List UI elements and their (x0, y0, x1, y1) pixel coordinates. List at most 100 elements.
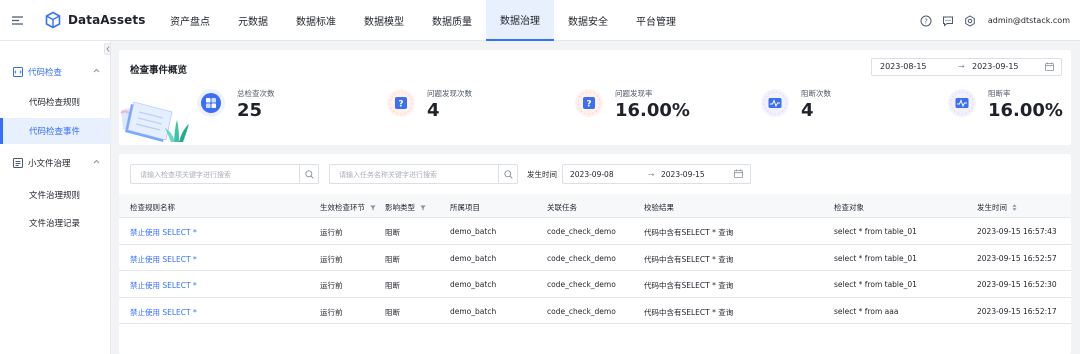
sidebar-group-small-file-governance[interactable]: 小文件治理 (0, 152, 111, 174)
nav-item-metadata[interactable]: 元数据 (224, 0, 282, 41)
filter-icon[interactable] (370, 205, 376, 211)
sidebar-item-file-governance-records[interactable]: 文件治理记录 (0, 210, 111, 236)
stat-value: 16.00% (988, 100, 1063, 121)
nav-item-data-security[interactable]: 数据安全 (554, 0, 622, 41)
pulse-chart-icon (761, 89, 789, 117)
gear-icon[interactable] (964, 14, 976, 27)
project-cell: demo_batch (450, 253, 497, 263)
task-search-input[interactable]: 请输入任务名称关键字进行搜索 (329, 164, 518, 184)
events-table: 检查规则名称 生效检查环节 影响类型 所属项目 关联任务 校验结果 检查对象 发… (119, 194, 1071, 324)
sidebar-item-code-check-rules[interactable]: 代码检查规则 (0, 89, 111, 115)
column-header-label: 关联任务 (547, 203, 577, 212)
pulse-chart-icon (948, 89, 976, 117)
help-icon[interactable]: ? (920, 15, 932, 27)
stat-label: 总检查次数 (237, 89, 275, 98)
overview-title: 检查事件概览 (130, 65, 188, 76)
range-start-date[interactable]: 2023-09-08 (570, 170, 614, 179)
rule-name-link[interactable]: 禁止使用 SELECT * (130, 254, 197, 265)
app-logo[interactable]: DataAssets (44, 11, 154, 29)
chevron-up-icon (93, 68, 100, 73)
occurrence-time-label: 发生时间 (527, 170, 557, 179)
sidebar-item-code-check-events[interactable]: 代码检查事件 (0, 118, 111, 144)
sidebar-item-file-governance-rules[interactable]: 文件治理规则 (0, 182, 111, 208)
range-arrow: → (958, 62, 965, 71)
related-task-cell: code_check_demo (547, 306, 616, 316)
overview-date-range-picker[interactable]: 2023-08-15 → 2023-09-15 (871, 58, 1062, 76)
message-icon[interactable] (942, 15, 954, 27)
top-header: DataAssets 资产盘点 元数据 数据标准 数据模型 数据质量 数据治理 … (0, 0, 1080, 41)
impact-type-cell: 阻断 (385, 254, 400, 264)
stat-value: 4 (801, 100, 814, 121)
table-header: 检查规则名称 生效检查环节 影响类型 所属项目 关联任务 校验结果 检查对象 发… (119, 194, 1071, 218)
impact-type-cell: 阻断 (385, 307, 400, 317)
occurrence-time-cell: 2023-09-15 16:52:57 (977, 253, 1057, 263)
related-task-cell: code_check_demo (547, 227, 616, 236)
nav-item-asset-inventory[interactable]: 资产盘点 (156, 0, 224, 41)
calendar-icon (734, 169, 743, 178)
nav-item-data-quality[interactable]: 数据质量 (418, 0, 486, 41)
sidebar: 代码检查 代码检查规则 代码检查事件 小文件治理 文件治理规则 文件治理记录 (0, 41, 111, 354)
rule-name-link[interactable]: 禁止使用 SELECT * (130, 280, 197, 291)
question-icon: ? (575, 89, 603, 117)
check-stage-cell: 运行前 (320, 228, 343, 237)
column-header-label: 所属项目 (450, 203, 480, 212)
user-email[interactable]: admin@dtstack.com (988, 16, 1070, 25)
column-header-label: 生效检查环节 (320, 203, 365, 212)
table-row: 禁止使用 SELECT * 运行前 阻断 demo_batch code_che… (119, 271, 1071, 298)
table-row: 禁止使用 SELECT * 运行前 阻断 demo_batch code_che… (119, 298, 1071, 324)
stat-value: 16.00% (615, 100, 690, 121)
project-cell: demo_batch (450, 227, 497, 236)
check-object-cell: select * from table_01 (834, 227, 917, 236)
calendar-icon (1045, 62, 1054, 71)
check-object-cell: select * from table_01 (834, 280, 917, 289)
check-stage-cell: 运行前 (320, 307, 343, 317)
nav-item-data-governance[interactable]: 数据治理 (486, 0, 554, 41)
search-icon (304, 169, 314, 179)
nav-item-data-model[interactable]: 数据模型 (350, 0, 418, 41)
check-result-cell: 代码中含有SELECT * 查询 (644, 281, 734, 290)
stat-value: 25 (237, 100, 263, 121)
column-header-label: 检查规则名称 (130, 203, 175, 212)
nav-item-platform-management[interactable]: 平台管理 (622, 0, 690, 41)
stat-label: 问题发现率 (615, 89, 653, 98)
question-icon: ? (387, 89, 415, 117)
column-header-impact-type[interactable]: 影响类型 (385, 202, 426, 213)
rule-name-link[interactable]: 禁止使用 SELECT * (130, 227, 197, 238)
range-end-date[interactable]: 2023-09-15 (972, 62, 1019, 71)
menu-toggle-button[interactable] (0, 0, 34, 41)
sidebar-group-code-check[interactable]: 代码检查 (0, 61, 111, 83)
sidebar-collapse-button[interactable] (104, 43, 111, 55)
related-task-cell: code_check_demo (547, 253, 616, 263)
check-object-cell: select * from table_01 (834, 253, 917, 263)
overview-illustration (120, 101, 189, 142)
column-header-check-stage[interactable]: 生效检查环节 (320, 202, 376, 213)
nav-item-data-standards[interactable]: 数据标准 (282, 0, 350, 41)
check-stage-cell: 运行前 (320, 281, 343, 290)
hamburger-icon (11, 15, 23, 25)
occurrence-time-cell: 2023-09-15 16:52:17 (977, 306, 1057, 316)
project-cell: demo_batch (450, 306, 497, 316)
project-cell: demo_batch (450, 280, 497, 289)
stat-label: 阻断率 (988, 89, 1011, 98)
occurrence-date-range-picker[interactable]: 2023-09-08 → 2023-09-15 (562, 164, 751, 184)
rule-search-button[interactable] (299, 165, 318, 183)
check-result-cell: 代码中含有SELECT * 查询 (644, 307, 734, 317)
stat-label: 阻断次数 (801, 89, 831, 98)
column-header-label: 检查对象 (834, 203, 864, 212)
rule-search-input[interactable]: 请输入检查项关键字进行搜索 (130, 164, 319, 184)
range-end-date[interactable]: 2023-09-15 (661, 170, 705, 179)
column-header-label: 影响类型 (385, 203, 415, 212)
column-header-project: 所属项目 (450, 202, 480, 213)
range-start-date[interactable]: 2023-08-15 (880, 62, 927, 71)
file-governance-icon (13, 158, 23, 168)
task-search-button[interactable] (498, 165, 517, 183)
svg-text:?: ? (924, 17, 928, 25)
svg-text:?: ? (398, 100, 403, 110)
column-header-occurrence-time[interactable]: 发生时间 (977, 202, 1017, 213)
sort-icon[interactable] (1012, 204, 1017, 211)
rule-name-link[interactable]: 禁止使用 SELECT * (130, 307, 197, 318)
filter-icon[interactable] (420, 205, 426, 211)
svg-text:?: ? (586, 100, 591, 110)
check-object-cell: select * from aaa (834, 306, 899, 316)
occurrence-time-cell: 2023-09-15 16:52:30 (977, 280, 1057, 289)
